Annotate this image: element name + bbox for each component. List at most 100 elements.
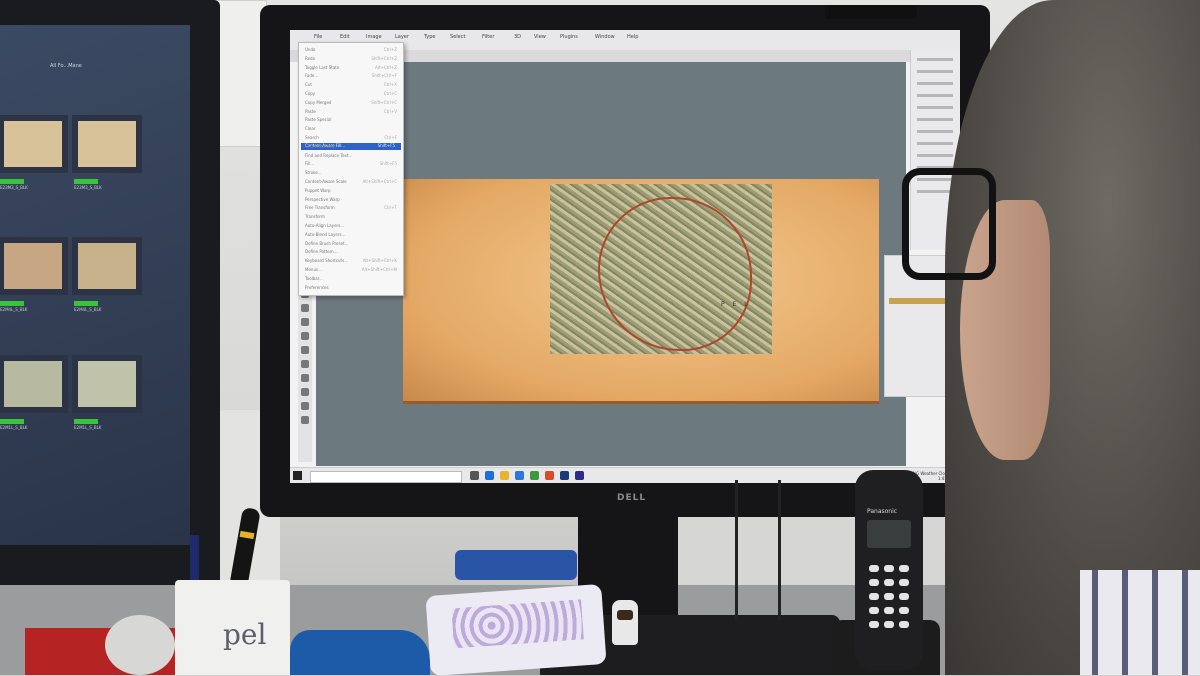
phone-key[interactable] (884, 565, 894, 572)
menu-filter[interactable]: Filter (482, 34, 494, 40)
image-thumbnail[interactable]: E2M1L_S_BLK (0, 355, 68, 430)
tool-icon[interactable] (301, 388, 309, 396)
menu-window[interactable]: Window (595, 34, 615, 40)
image-thumbnail[interactable]: E23M3_S_BLK (0, 115, 68, 190)
phone-key[interactable] (899, 621, 909, 628)
menu-item[interactable]: Copy (305, 91, 315, 96)
menu-select[interactable]: Select (450, 34, 465, 40)
menu-type[interactable]: Type (424, 34, 435, 40)
menu-item[interactable]: Transform (305, 214, 325, 219)
panel-row[interactable] (917, 82, 953, 85)
menu-image[interactable]: Image (366, 34, 382, 40)
panel-row[interactable] (917, 70, 953, 73)
panel-row[interactable] (917, 118, 953, 121)
menu-item[interactable]: Paste (305, 109, 316, 114)
image-thumbnail[interactable]: E23M3_S_BLK (72, 115, 142, 190)
task-view-icon[interactable] (470, 471, 479, 480)
menu-view[interactable]: View (534, 34, 546, 40)
menu-item[interactable]: Cut (305, 82, 312, 87)
phone-key[interactable] (869, 593, 879, 600)
menu-edit[interactable]: Edit (340, 34, 350, 40)
panel-row[interactable] (917, 94, 953, 97)
tool-icon[interactable] (301, 318, 309, 326)
menu-item[interactable]: Puppet Warp (305, 188, 331, 193)
phone-key[interactable] (884, 621, 894, 628)
menu-layer[interactable]: Layer (395, 34, 409, 40)
phone-key[interactable] (899, 565, 909, 572)
phone-key[interactable] (869, 565, 879, 572)
image-thumbnail[interactable]: E2M1L_S_BLK (72, 355, 142, 430)
phone-key[interactable] (869, 621, 879, 628)
menu-item[interactable]: Undo (305, 47, 315, 52)
taskbar-search[interactable] (310, 471, 462, 483)
tool-icon[interactable] (301, 360, 309, 368)
menu-item[interactable]: Preferences (305, 285, 329, 290)
small-figurine (612, 600, 638, 645)
tool-icon[interactable] (301, 332, 309, 340)
start-button[interactable] (293, 471, 302, 480)
panel-row[interactable] (917, 154, 953, 157)
menu-item[interactable]: Search (305, 135, 319, 140)
folder-icon[interactable] (500, 471, 509, 480)
tool-icon[interactable] (301, 402, 309, 410)
phone-key[interactable] (899, 579, 909, 586)
menu-item[interactable]: Auto-Align Layers... (305, 223, 344, 228)
phone-key[interactable] (884, 593, 894, 600)
panel-row[interactable] (917, 142, 953, 145)
phone-key[interactable] (869, 579, 879, 586)
phone-key[interactable] (884, 607, 894, 614)
phone-key[interactable] (884, 579, 894, 586)
thumbnail-caption: E2M1L_S_BLK (74, 425, 102, 430)
menu-item[interactable]: Content-Aware Scale (305, 179, 347, 184)
panel-row[interactable] (917, 106, 953, 109)
menu-item[interactable]: Toggle Last State (305, 65, 339, 70)
menu-shortcut: Alt+Shift+Ctrl+K (362, 258, 397, 264)
menu-3d[interactable]: 3D (514, 34, 521, 40)
phone-key[interactable] (869, 607, 879, 614)
scanned-map-image[interactable]: P E L (403, 179, 879, 404)
menu-item[interactable]: Perspective Warp (305, 197, 340, 202)
menu-plugins[interactable]: Plugins (560, 34, 578, 40)
menu-help[interactable]: Help (627, 34, 638, 40)
phone-key[interactable] (899, 607, 909, 614)
menu-item[interactable]: Fade... (305, 73, 318, 78)
menu-file[interactable]: File (314, 34, 322, 40)
thumbnail-caption: E2M1L_S_BLK (0, 425, 28, 430)
left-screen-tab[interactable]: All Fo...Mane (50, 63, 82, 69)
tool-icon[interactable] (301, 374, 309, 382)
tool-icon[interactable] (301, 304, 309, 312)
menu-item[interactable]: Find and Replace Text... (305, 153, 352, 158)
menu-item[interactable]: Auto-Blend Layers... (305, 232, 345, 237)
tool-icon[interactable] (301, 416, 309, 424)
panel-row[interactable] (917, 58, 953, 61)
edge-icon[interactable] (485, 471, 494, 480)
phone-key[interactable] (899, 593, 909, 600)
canvas-area[interactable]: P E L (316, 62, 906, 466)
cup-logo: pel (223, 618, 267, 651)
menu-item[interactable]: Menus... (305, 267, 322, 272)
menu-shortcut: Ctrl+Z (383, 47, 397, 52)
menu-item[interactable]: Fill... (305, 161, 314, 166)
menu-item[interactable]: Redo (305, 56, 315, 61)
menu-item[interactable]: Paste Special (305, 117, 331, 122)
menu-item[interactable]: Stroke... (305, 170, 322, 175)
image-thumbnail[interactable]: E2M4L_S_BLK (72, 237, 142, 312)
menu-item[interactable]: Define Brush Preset... (305, 241, 348, 246)
tool-icon[interactable] (301, 346, 309, 354)
chrome-icon[interactable] (545, 471, 554, 480)
thumbnail-caption: E2M4L_S_BLK (74, 307, 102, 312)
menu-item[interactable]: Free Transform (305, 205, 335, 210)
status-badge (0, 419, 24, 424)
store-icon[interactable] (530, 471, 539, 480)
menu-item[interactable]: Check Spelling... (305, 144, 338, 149)
bridge-icon[interactable] (575, 471, 584, 480)
menu-item[interactable]: Define Pattern... (305, 249, 338, 254)
photoshop-icon[interactable] (560, 471, 569, 480)
image-thumbnail[interactable]: E2M4L_S_BLK (0, 237, 68, 312)
menu-item[interactable]: Clear (305, 126, 315, 131)
menu-item[interactable]: Copy Merged (305, 100, 331, 105)
menu-item[interactable]: Toolbar... (305, 276, 323, 281)
panel-row[interactable] (917, 130, 953, 133)
mail-icon[interactable] (515, 471, 524, 480)
menu-item[interactable]: Keyboard Shortcuts... (305, 258, 348, 263)
